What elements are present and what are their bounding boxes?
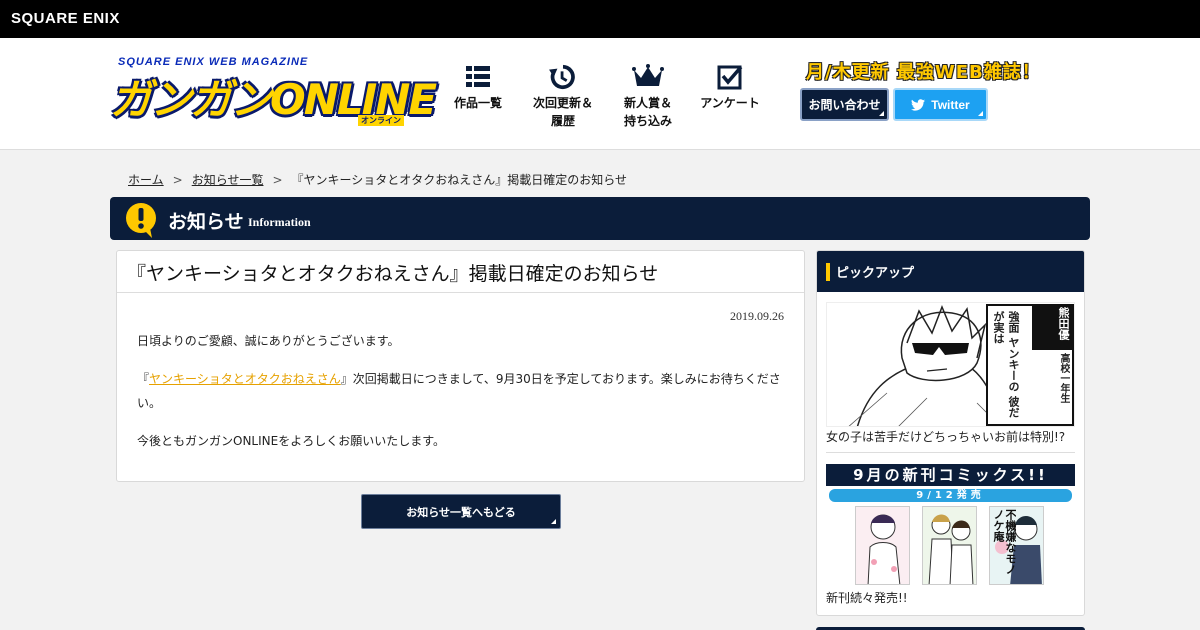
section-header: お知らせ Information [110, 197, 1090, 240]
comic-cover [855, 506, 910, 585]
nav-next-update[interactable]: 次回更新＆ 履歴 [528, 64, 598, 130]
back-button-label: お知らせ一覧へもどる [406, 505, 516, 519]
contact-button[interactable]: お問い合わせ [800, 88, 889, 121]
article-date: 2019.09.26 [730, 309, 784, 323]
twitter-button[interactable]: Twitter [893, 88, 988, 121]
nav-survey-label: アンケート [700, 96, 760, 110]
breadcrumb-news-list-link[interactable]: お知らせ一覧 [192, 173, 264, 187]
article-body: 日頃よりのご愛顧、誠にありがとうございます。 『ヤンキーショタとオタクおねえさん… [137, 329, 787, 467]
comic-cover [922, 506, 977, 585]
twitter-bird-icon [911, 98, 926, 111]
pickup-divider [826, 452, 1075, 453]
corner-arrow-icon [551, 519, 556, 524]
pickup-caption[interactable]: 女の子は苦手だけどちっちゃいお前は特別!? [826, 428, 1065, 445]
nav-award[interactable]: 新人賞＆ 持ち込み [618, 64, 678, 130]
pickup-panel: ピックアップ 熊田優 高校一年生 強面 ヤンキーの 彼だが実は 女の子は苦手だけ… [816, 250, 1085, 616]
logo-kana: オンライン [358, 115, 404, 126]
exclamation-bubble-icon [126, 203, 156, 238]
pickup-image-yankee[interactable]: 熊田優 高校一年生 強面 ヤンキーの 彼だが実は [826, 302, 1075, 427]
pickup-header: ピックアップ [817, 251, 1084, 292]
balloon-text: 高校一年生 [1056, 353, 1070, 421]
cover-illustration [923, 507, 976, 584]
comic-cover: 不機嫌なモノノケ庵 [989, 506, 1044, 585]
nav-works-list[interactable]: 作品一覧 [452, 64, 504, 112]
contact-button-label: お問い合わせ [808, 98, 881, 112]
series-link[interactable]: ヤンキーショタとオタクおねえさん [149, 372, 341, 386]
breadcrumb: ホーム > お知らせ一覧 > 『ヤンキーショタとオタクおねえさん』掲載日確定のお知らせ [128, 171, 627, 188]
article-title: 『ヤンキーショタとオタクおねえさん』掲載日確定のお知らせ [117, 251, 804, 293]
corner-arrow-icon [879, 111, 884, 116]
balloon-name: 熊田優 [1057, 307, 1070, 340]
new-comics-banner-title: 9月の新刊コミックス!! [826, 464, 1075, 486]
pickup-accent-bar [826, 263, 830, 281]
twitter-button-label: Twitter [931, 97, 970, 112]
breadcrumb-separator: > [272, 173, 283, 187]
article-paragraph: 日頃よりのご愛顧、誠にありがとうございます。 [137, 334, 400, 348]
site-header: SQUARE ENIX WEB MAGAZINE ガンガンONLINE オンライ… [0, 38, 1200, 150]
balloon-line: 強面 [1007, 311, 1020, 333]
new-comics-banner-date: 9/12発売 [829, 489, 1072, 502]
corner-arrow-icon [978, 111, 983, 116]
checkbox-icon [717, 65, 743, 90]
corporate-bar: SQUARE ENIX [0, 0, 1200, 38]
nav-next-update-label: 次回更新＆ 履歴 [532, 96, 593, 128]
balloon-line: ヤンキーの [1007, 336, 1020, 392]
pickup-image-new-comics[interactable]: 9月の新刊コミックス!! 9/12発売 不機嫌なモノノケ庵 [826, 464, 1075, 588]
balloon-line: 高校一年生 [1058, 353, 1069, 403]
balloon-text: 強面 ヤンキーの 彼だが実は [991, 311, 1021, 421]
news-article: 『ヤンキーショタとオタクおねえさん』掲載日確定のお知らせ 2019.09.26 … [116, 250, 805, 482]
square-enix-logo[interactable]: SQUARE ENIX [11, 10, 120, 27]
pickup-caption[interactable]: 新刊続々発売!! [826, 589, 908, 606]
grid-list-icon [466, 66, 490, 87]
nav-award-label: 新人賞＆ 持ち込み [623, 96, 672, 128]
section-subtitle: Information [248, 215, 311, 229]
cover-illustration [856, 507, 909, 584]
nav-works-list-label: 作品一覧 [453, 96, 502, 110]
breadcrumb-home-link[interactable]: ホーム [128, 173, 164, 187]
bracket-open: 『 [137, 372, 150, 386]
breadcrumb-separator: > [172, 173, 183, 187]
article-paragraph: 今後ともガンガンONLINEをよろしくお願いいたします。 [137, 434, 446, 448]
back-to-news-list-button[interactable]: お知らせ一覧へもどる [361, 494, 561, 529]
pickup-title: ピックアップ [836, 266, 915, 281]
breadcrumb-current: 『ヤンキーショタとオタクおねえさん』掲載日確定のお知らせ [291, 173, 628, 187]
article-paragraph: 『ヤンキーショタとオタクおねえさん』次回掲載日につきまして、9月30日を予定して… [137, 367, 787, 415]
nav-survey[interactable]: アンケート [697, 64, 763, 112]
update-tagline: 月/木更新 最強WEB雑誌！ [806, 62, 1041, 83]
gangan-online-logo[interactable]: SQUARE ENIX WEB MAGAZINE ガンガンONLINE オンライ… [110, 56, 437, 132]
crown-icon [632, 64, 664, 86]
cover-title: 不機嫌なモノノケ庵 [992, 509, 1016, 575]
refresh-clock-icon [549, 64, 575, 90]
section-title: お知らせ [168, 211, 244, 233]
